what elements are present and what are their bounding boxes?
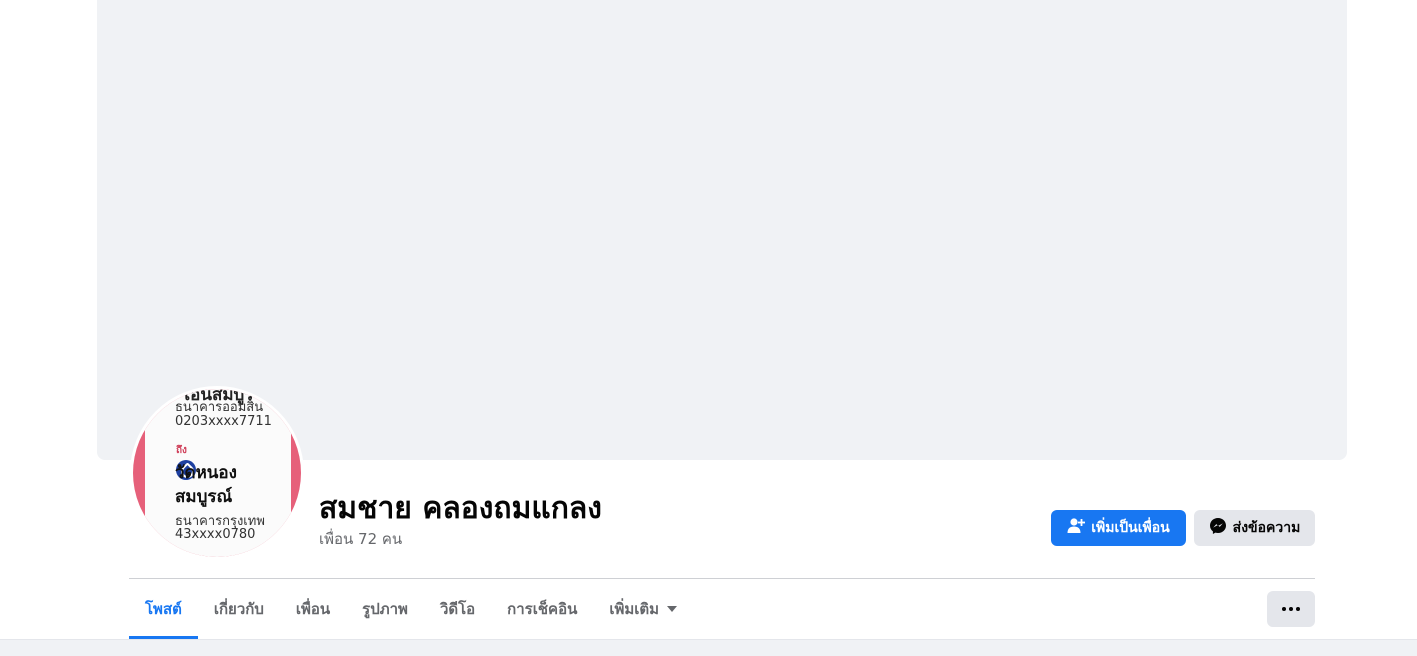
tab-friends-label: เพื่อน (295, 600, 331, 618)
profile-name: สมชาย คลองถมแกลง (319, 491, 602, 526)
tab-videos[interactable]: วิดีโอ (424, 579, 491, 639)
profile-page: โอนสมบูร ธนาคารออมสิน 0203xxxx7711 ถึง ว… (0, 0, 1417, 656)
add-friend-button[interactable]: เพิ่มเป็นเพื่อน (1051, 510, 1186, 546)
send-message-label: ส่งข้อความ (1232, 520, 1301, 536)
add-friend-label: เพิ่มเป็นเพื่อน (1091, 520, 1170, 536)
tab-friends[interactable]: เพื่อน (280, 579, 346, 639)
tab-posts-label: โพสต์ (145, 600, 182, 618)
slip-to-label: ถึง (176, 445, 187, 456)
transfer-slip-image: โอนสมบูร ธนาคารออมสิน 0203xxxx7711 ถึง ว… (145, 389, 291, 557)
slip-account-to: 43xxxx0780 (175, 527, 256, 542)
tab-more[interactable]: เพิ่มเติม (593, 579, 693, 639)
tab-photos-label: รูปภาพ (362, 600, 408, 618)
tab-photos[interactable]: รูปภาพ (346, 579, 424, 639)
slip-account-from: 0203xxxx7711 (175, 414, 272, 429)
tab-checkins-label: การเช็คอิน (507, 600, 578, 618)
tab-checkins[interactable]: การเช็คอิน (491, 579, 593, 639)
person-plus-icon (1067, 517, 1086, 539)
more-options-button[interactable] (1267, 591, 1315, 627)
send-message-button[interactable]: ส่งข้อความ (1194, 510, 1315, 546)
tab-about[interactable]: เกี่ยวกับ (198, 579, 280, 639)
tab-videos-label: วิดีโอ (439, 600, 476, 618)
tab-posts[interactable]: โพสต์ (129, 579, 198, 639)
slip-recipient-line1: วัดหนอง (175, 463, 237, 483)
tab-more-label: เพิ่มเติม (609, 600, 660, 618)
profile-tabs: โพสต์ เกี่ยวกับ เพื่อน รูปภาพ วิดีโอ การ… (129, 579, 693, 639)
ellipsis-icon (1282, 607, 1300, 611)
profile-picture-image: โอนสมบูร ธนาคารออมสิน 0203xxxx7711 ถึง ว… (133, 389, 301, 557)
profile-picture[interactable]: โอนสมบูร ธนาคารออมสิน 0203xxxx7711 ถึง ว… (130, 386, 304, 560)
tab-about-label: เกี่ยวกับ (213, 600, 264, 618)
page-background-strip (0, 639, 1417, 656)
slip-recipient-line2: สมบูรณ์ (175, 487, 233, 507)
caret-down-icon (667, 606, 678, 612)
messenger-icon (1209, 517, 1227, 539)
friends-count[interactable]: เพื่อน 72 คน (319, 527, 402, 551)
